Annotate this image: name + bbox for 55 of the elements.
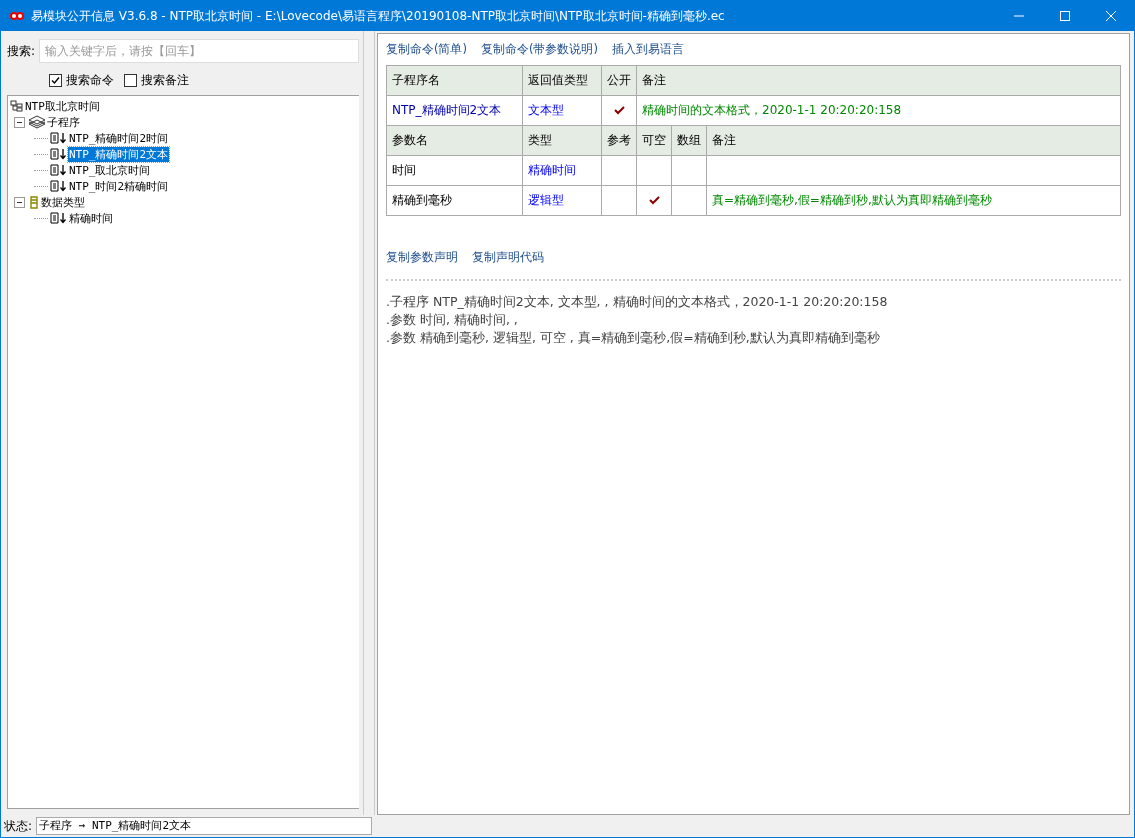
code-line: .子程序 NTP_精确时间2文本, 文本型, , 精确时间的文本格式，2020-1-1 20:20:20:158 — [386, 293, 889, 311]
tree-item[interactable]: NTP取北京时间 — [24, 98, 101, 114]
table-cell: 逻辑型 — [522, 185, 602, 216]
status-field: 子程序 → NTP_精确时间2文本 — [36, 817, 373, 835]
table-cell: NTP_精确时间2文本 — [386, 95, 523, 126]
collapse-toggle[interactable] — [14, 116, 25, 128]
table-cell: 文本型 — [522, 95, 602, 126]
code-line: .参数 时间, 精确时间, , — [386, 311, 519, 329]
module-icon — [10, 100, 24, 112]
column-header: 返回值类型 — [522, 65, 602, 96]
type-icon — [28, 195, 40, 209]
table-cell: 精确到毫秒 — [386, 185, 523, 216]
status-label: 状态: — [4, 817, 33, 835]
table-cell: 真=精确到毫秒,假=精确到秒,默认为真即精确到毫秒 — [706, 185, 1121, 216]
table-cell: 时间 — [386, 155, 523, 186]
checkbox-label: 搜索备注 — [141, 72, 189, 89]
column-header: 类型 — [522, 125, 602, 156]
tree-item[interactable]: 精确时间 — [68, 210, 114, 226]
tree-item[interactable]: 子程序 — [46, 114, 81, 130]
document-arrow-icon — [50, 148, 68, 160]
stack-icon — [28, 115, 46, 129]
tree-item[interactable]: NTP_时间2精确时间 — [68, 178, 170, 194]
collapse-toggle[interactable] — [14, 196, 25, 208]
link[interactable]: 复制命令(带参数说明) — [481, 42, 598, 57]
checkmark-icon — [613, 105, 625, 115]
column-header: 公开 — [601, 65, 637, 96]
window-title: 易模块公开信息 V3.6.8 - NTP取北京时间 - E:\Lovecode\易语言程序\20190108-NTP取北京时间\NTP取北京时间-精确到毫秒.ec — [30, 7, 726, 25]
maximize-icon — [1060, 11, 1070, 21]
tree-item[interactable]: NTP_精确时间2时间 — [68, 130, 170, 146]
search-field[interactable]: 输入关键字后，请按【回车】 — [39, 39, 359, 63]
document-arrow-icon — [50, 164, 68, 176]
tree-item[interactable]: 数据类型 — [40, 194, 86, 210]
document-arrow-icon — [50, 132, 68, 144]
search-label: 搜索: — [7, 42, 36, 60]
app-logo-icon — [9, 10, 25, 22]
link[interactable]: 插入到易语言 — [611, 42, 684, 57]
close-icon — [1106, 11, 1116, 21]
column-header: 子程序名 — [386, 65, 523, 96]
checkmark-icon — [648, 195, 660, 205]
column-header: 参数名 — [386, 125, 523, 156]
link[interactable]: 复制命令(简单) — [386, 42, 467, 57]
code-line: .参数 精确到毫秒, 逻辑型, 可空 , 真=精确到毫秒,假=精确到秒,默认为真即精确到毫秒 — [386, 329, 881, 347]
tree-item[interactable]: NTP_精确时间2文本 — [68, 146, 170, 162]
document-arrow-icon — [50, 180, 68, 192]
checkbox-label: 搜索命令 — [66, 72, 114, 89]
table-cell: 精确时间的文本格式，2020-1-1 20:20:20:158 — [636, 95, 1121, 126]
link[interactable]: 复制参数声明 — [386, 250, 458, 265]
table-cell: 精确时间 — [522, 155, 602, 186]
document-arrow-icon — [50, 212, 68, 224]
tree-item[interactable]: NTP_取北京时间 — [68, 162, 152, 178]
checkbox[interactable] — [49, 74, 62, 87]
checkbox[interactable] — [124, 74, 137, 87]
link[interactable]: 复制声明代码 — [472, 250, 544, 265]
column-header: 备注 — [706, 125, 1121, 156]
column-header: 备注 — [636, 65, 1121, 96]
